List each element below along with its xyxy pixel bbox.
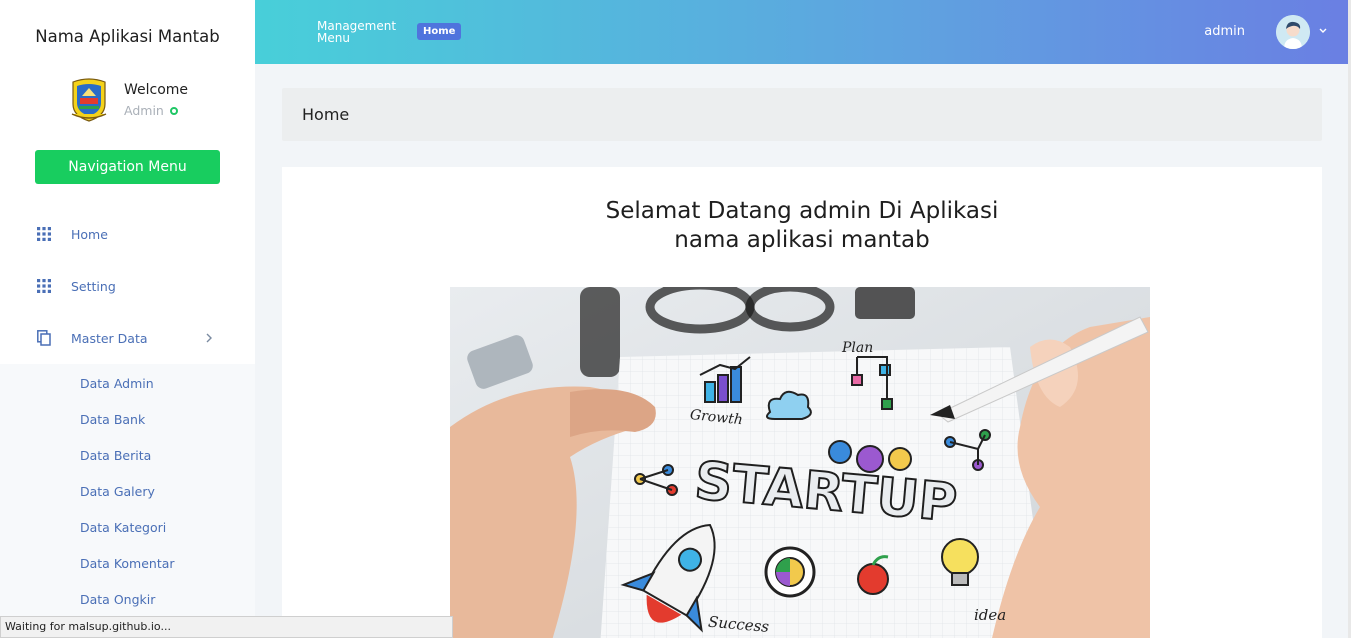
user-name[interactable]: admin bbox=[1204, 24, 1245, 39]
role-label: Admin bbox=[124, 103, 164, 118]
navigation-menu-button[interactable]: Navigation Menu bbox=[35, 150, 220, 184]
sidebar-item-label: Home bbox=[71, 226, 108, 242]
user-panel: Welcome Admin bbox=[0, 68, 255, 132]
hero-idea-text: idea bbox=[974, 606, 1006, 624]
avatar[interactable] bbox=[1276, 15, 1310, 49]
startup-hero-image: STARTUP Plan Growth Success idea bbox=[450, 287, 1150, 638]
submenu-item-data-galery[interactable]: Data Galery bbox=[0, 474, 255, 510]
user-avatar-icon bbox=[1276, 15, 1310, 49]
province-emblem-icon bbox=[71, 78, 107, 122]
welcome-text: Welcome bbox=[124, 82, 189, 98]
submenu-item-data-ongkir[interactable]: Data Ongkir bbox=[0, 582, 255, 618]
title-line-1: Selamat Datang admin Di Aplikasi bbox=[605, 198, 999, 224]
copy-icon bbox=[37, 330, 51, 346]
submenu-item-data-berita[interactable]: Data Berita bbox=[0, 438, 255, 474]
hero-plan-text: Plan bbox=[841, 340, 873, 356]
management-menu-label[interactable]: Management Menu bbox=[317, 20, 407, 44]
sidebar-item-setting[interactable]: Setting bbox=[0, 260, 255, 312]
browser-status-bar: Waiting for malsup.github.io... bbox=[0, 616, 453, 638]
sidebar-item-home[interactable]: Home bbox=[0, 208, 255, 260]
master-data-submenu: Data Admin Data Bank Data Berita Data Ga… bbox=[0, 364, 255, 626]
title-line-2: nama aplikasi mantab bbox=[674, 227, 930, 253]
submenu-item-data-kategori[interactable]: Data Kategori bbox=[0, 510, 255, 546]
grid-icon bbox=[37, 227, 51, 241]
sidebar: Nama Aplikasi Mantab Welcome Admin Navig… bbox=[0, 0, 255, 638]
welcome-card: Selamat Datang admin Di Aplikasi nama ap… bbox=[282, 167, 1322, 638]
sidebar-item-label: Setting bbox=[71, 278, 116, 294]
page-title: Selamat Datang admin Di Aplikasi nama ap… bbox=[282, 197, 1322, 255]
startup-illustration: STARTUP Plan Growth Success idea bbox=[450, 287, 1150, 638]
sidebar-menu: Home Setting Master Data Data Admin Data… bbox=[0, 208, 255, 626]
top-header: Management Menu Home admin bbox=[255, 0, 1351, 64]
app-brand[interactable]: Nama Aplikasi Mantab bbox=[0, 0, 255, 68]
submenu-item-data-komentar[interactable]: Data Komentar bbox=[0, 546, 255, 582]
breadcrumb-current: Home bbox=[302, 105, 350, 124]
submenu-item-data-admin[interactable]: Data Admin bbox=[0, 366, 255, 402]
grid-icon bbox=[37, 279, 51, 293]
chevron-right-icon bbox=[206, 333, 212, 343]
user-role: Admin bbox=[124, 103, 188, 118]
home-badge[interactable]: Home bbox=[417, 23, 462, 40]
breadcrumb: Home bbox=[282, 88, 1322, 141]
online-status-icon bbox=[169, 106, 178, 115]
chevron-down-icon[interactable] bbox=[1318, 27, 1328, 35]
sidebar-item-master-data[interactable]: Master Data bbox=[0, 312, 255, 364]
sidebar-item-label: Master Data bbox=[71, 330, 148, 346]
submenu-item-data-bank[interactable]: Data Bank bbox=[0, 402, 255, 438]
